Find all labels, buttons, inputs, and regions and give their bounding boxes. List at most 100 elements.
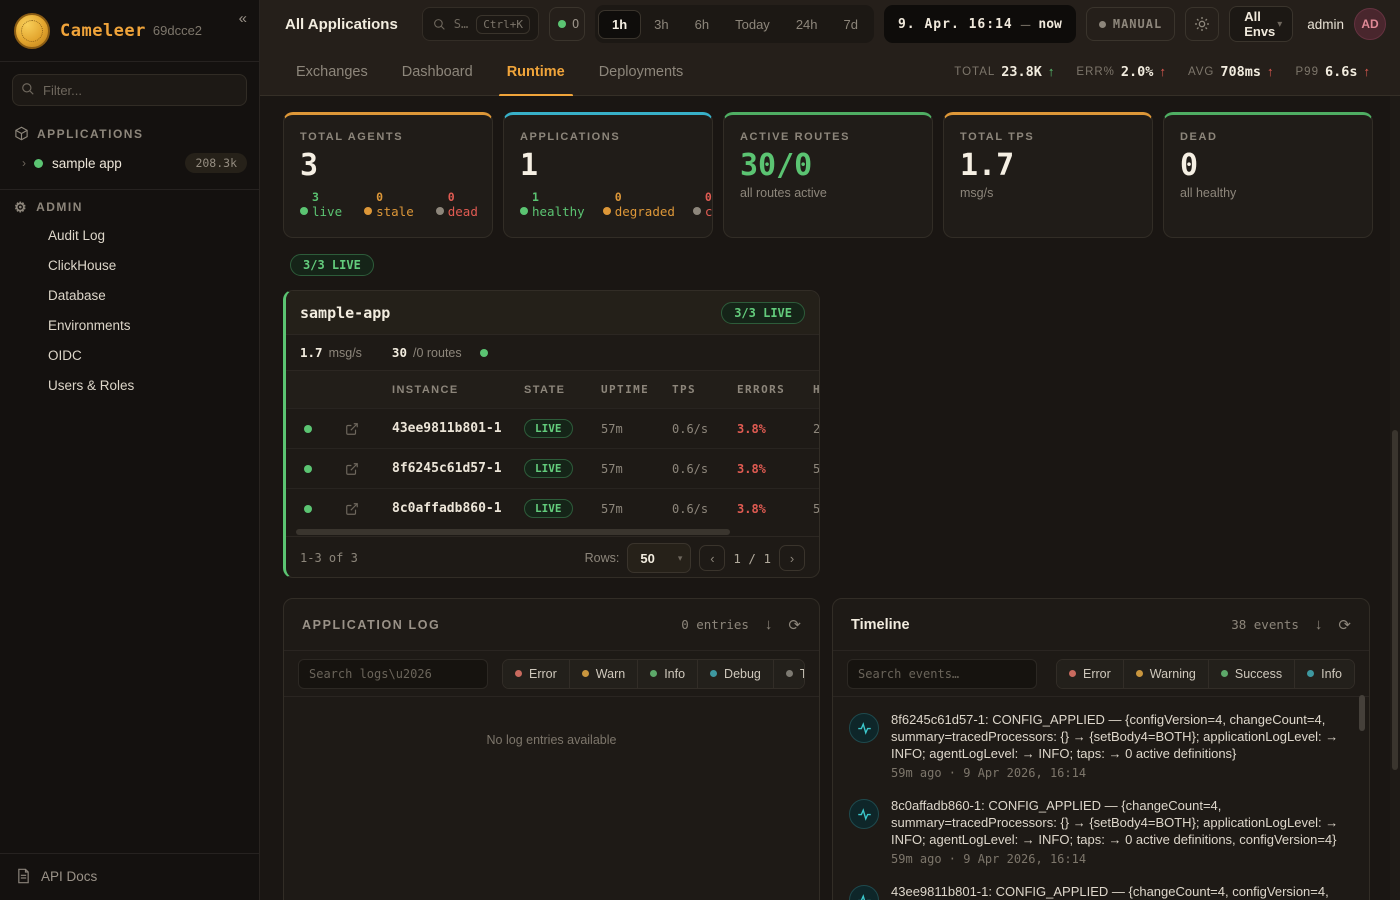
substat-degraded: 0degraded [603,190,675,220]
tab-runtime[interactable]: Runtime [507,48,565,96]
tab-exchanges[interactable]: Exchanges [296,48,368,96]
sidebar-collapse-icon[interactable]: « [239,10,247,27]
app-card-title: sample-app [300,304,390,322]
filter-trace[interactable]: Trace [773,660,805,688]
log-panel-title: APPLICATION LOG [302,618,440,632]
error-dot [515,670,522,677]
active-routes-value: 30/0 [740,149,916,182]
trend-up-icon: ↑ [1267,64,1274,79]
range-3h-button[interactable]: 3h [641,11,681,38]
card-total-agents: TOTAL AGENTS 3 3live 0stale 0dead [283,112,493,238]
online-status-dot [558,20,566,28]
external-link-icon[interactable] [330,502,374,516]
user-avatar[interactable]: AD [1354,8,1386,40]
theme-toggle-button[interactable] [1185,7,1219,41]
global-search-button[interactable]: S… Ctrl+K [422,7,539,41]
range-6h-button[interactable]: 6h [682,11,722,38]
log-level-filter-group: Error Warn Info Debug Trace [502,659,805,689]
environments-select[interactable]: All Envs ▾ [1229,6,1293,42]
instance-row[interactable]: 8c0affadb860-1 LIVE 57m 0.6/s 3.8% 5 [286,488,819,528]
sidebar-item-sample-app[interactable]: › sample app 208.3k [0,147,259,179]
timeline-event[interactable]: 8f6245c61d57-1: CONFIG_APPLIED — {config… [849,711,1349,780]
range-today-button[interactable]: Today [722,11,783,38]
page-scrollbar[interactable] [1390,96,1400,900]
sidebar: Cameleer 69dcce2 « APPLICATIONS › sample… [0,0,260,900]
sidebar-item-clickhouse[interactable]: ClickHouse [0,250,259,280]
filter-warn[interactable]: Warn [569,660,637,688]
success-dot [1221,670,1228,677]
prev-page-button[interactable]: ‹ [699,545,725,571]
event-timestamp: 59m ago · 9 Apr 2026, 16:14 [891,852,1349,866]
refresh-icon[interactable]: ⟳ [788,616,801,634]
timeline-filter-group: Error Warning Success Info [1056,659,1355,689]
total-agents-value: 3 [300,149,476,182]
document-icon [16,868,31,884]
external-link-icon[interactable] [330,422,374,436]
sidebar-item-database[interactable]: Database [0,280,259,310]
filter-error[interactable]: Error [1057,660,1123,688]
download-icon[interactable]: ↓ [1315,616,1323,633]
external-link-icon[interactable] [330,462,374,476]
sidebar-item-users-roles[interactable]: Users & Roles [0,370,259,400]
timeline-events-count: 38 events [1231,617,1299,632]
time-range-group: 1h 3h 6h Today 24h 7d [595,5,874,43]
filter-warning[interactable]: Warning [1123,660,1208,688]
chevron-down-icon: ▾ [678,553,683,564]
filter-error[interactable]: Error [503,660,569,688]
info-dot [1307,670,1314,677]
username-label: admin [1307,17,1344,32]
range-24h-button[interactable]: 24h [783,11,831,38]
timeline-event[interactable]: 8c0affadb860-1: CONFIG_APPLIED — {change… [849,797,1349,866]
search-icon [433,18,446,31]
range-1h-button[interactable]: 1h [598,10,641,39]
timeline-scrollbar[interactable] [1359,695,1365,900]
tab-dashboard[interactable]: Dashboard [402,48,473,96]
timeline-event[interactable]: 43ee9811b801-1: CONFIG_APPLIED — {change… [849,883,1349,900]
sidebar-filter-input[interactable] [12,74,247,106]
sidebar-item-oidc[interactable]: OIDC [0,340,259,370]
manual-status-dot [1099,21,1106,28]
live-state-badge: LIVE [524,499,573,518]
trend-up-icon: ↑ [1159,64,1166,79]
event-message: 8f6245c61d57-1: CONFIG_APPLIED — {config… [891,711,1349,762]
sun-icon [1194,16,1210,32]
horizontal-scrollbar[interactable] [288,528,817,536]
chevron-right-icon[interactable]: › [22,156,26,170]
filter-debug[interactable]: Debug [697,660,773,688]
debug-dot [710,670,717,677]
timeline-search-input[interactable] [847,659,1037,689]
total-tps-value: 1.7 [960,149,1136,182]
manual-refresh-toggle[interactable]: MANUAL [1086,7,1175,41]
range-end-time: now [1038,17,1061,32]
filter-info[interactable]: Info [1294,660,1354,688]
topbar: All Applications S… Ctrl+K O 1h 3h 6h To… [260,0,1400,48]
sidebar-item-audit-log[interactable]: Audit Log [0,220,259,250]
instance-row[interactable]: 8f6245c61d57-1 LIVE 57m 0.6/s 3.8% 5 [286,448,819,488]
sidebar-item-environments[interactable]: Environments [0,310,259,340]
instance-row[interactable]: 43ee9811b801-1 LIVE 57m 0.6/s 3.8% 2 [286,408,819,448]
next-page-button[interactable]: › [779,545,805,571]
date-range-display[interactable]: 9. Apr. 16:14 – now [884,5,1076,43]
range-7d-button[interactable]: 7d [831,11,871,38]
tab-deployments[interactable]: Deployments [599,48,684,96]
log-entries-count: 0 entries [681,617,749,632]
refresh-icon[interactable]: ⟳ [1338,616,1351,634]
message-count-badge: 208.3k [185,153,247,173]
app-title: Cameleer [60,21,146,41]
log-search-input[interactable] [298,659,488,689]
download-icon[interactable]: ↓ [765,616,773,633]
filter-info[interactable]: Info [637,660,697,688]
timeline-panel: Timeline 38 events ↓ ⟳ Error Warning Suc… [832,598,1370,900]
api-docs-link[interactable]: API Docs [0,854,259,900]
substat-critical: 0criti [693,190,713,220]
connection-status-pill[interactable]: O [549,7,585,41]
live-state-badge: LIVE [524,419,573,438]
timeline-panel-title: Timeline [851,617,910,633]
event-timestamp: 59m ago · 9 Apr 2026, 16:14 [891,766,1349,780]
card-dead: DEAD 0 all healthy [1163,112,1373,238]
rows-per-page-select[interactable]: 50 ▾ [627,543,691,573]
metric-err-pct: ERR% 2.0% ↑ [1076,64,1166,80]
event-message: 8c0affadb860-1: CONFIG_APPLIED — {change… [891,797,1349,848]
event-message: 43ee9811b801-1: CONFIG_APPLIED — {change… [891,883,1349,900]
filter-success[interactable]: Success [1208,660,1294,688]
